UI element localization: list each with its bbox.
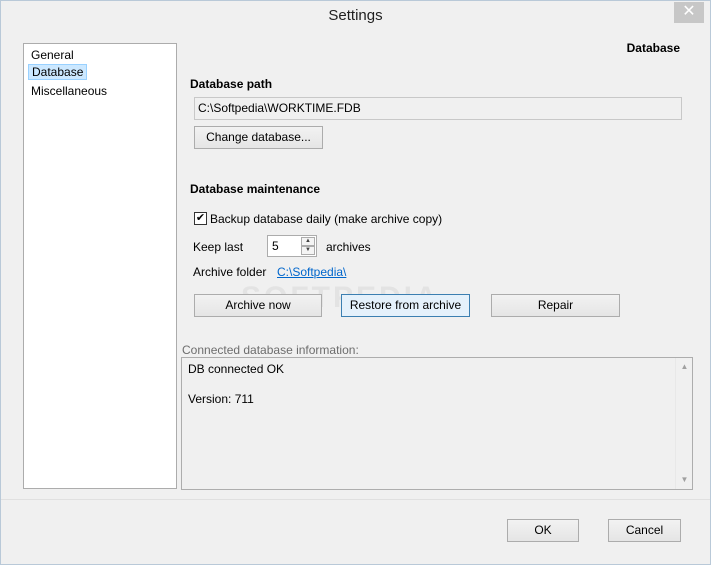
ok-button[interactable]: OK	[507, 519, 579, 542]
db-info-line: DB connected OK	[188, 362, 285, 376]
backup-daily-checkbox[interactable]: ✔	[194, 212, 207, 225]
title-bar: Settings ✕	[1, 1, 710, 32]
check-icon: ✔	[195, 212, 206, 224]
keep-last-label: Keep last	[193, 240, 244, 254]
scroll-down-icon[interactable]: ▼	[680, 475, 689, 484]
sidebar-item-database[interactable]: Database	[28, 64, 88, 80]
close-button[interactable]: ✕	[674, 2, 704, 23]
footer-divider	[1, 499, 710, 500]
archive-folder-label: Archive folder	[193, 265, 267, 279]
database-path-field[interactable]: C:\Softpedia\WORKTIME.FDB	[194, 97, 682, 120]
info-scrollbar[interactable]: ▲ ▼	[675, 358, 692, 489]
archives-label: archives	[326, 240, 371, 254]
spin-down-icon[interactable]: ▼	[301, 246, 315, 255]
repair-button[interactable]: Repair	[491, 294, 620, 317]
db-info-box[interactable]: DB connected OK Version: 711 ▲ ▼	[181, 357, 693, 490]
keep-last-stepper[interactable]: 5 ▲ ▼	[267, 235, 317, 257]
page-title: Database	[626, 41, 680, 55]
database-maintenance-heading: Database maintenance	[190, 182, 321, 196]
settings-sidebar: General Database Miscellaneous	[23, 43, 177, 489]
settings-window: Settings ✕ General Database Miscellaneou…	[0, 0, 711, 565]
archive-now-button[interactable]: Archive now	[194, 294, 322, 317]
database-path-heading: Database path	[190, 77, 273, 91]
backup-daily-label: Backup database daily (make archive copy…	[210, 212, 443, 226]
db-info-label: Connected database information:	[182, 343, 359, 357]
spin-up-icon[interactable]: ▲	[301, 237, 315, 246]
cancel-button[interactable]: Cancel	[608, 519, 681, 542]
archive-folder-link[interactable]: C:\Softpedia\	[277, 265, 346, 279]
scroll-up-icon[interactable]: ▲	[680, 362, 689, 371]
change-database-button[interactable]: Change database...	[194, 126, 323, 149]
window-title: Settings	[328, 7, 383, 24]
keep-last-value[interactable]: 5	[272, 239, 279, 253]
close-icon: ✕	[682, 3, 696, 20]
sidebar-item-general[interactable]: General	[28, 47, 77, 63]
sidebar-item-miscellaneous[interactable]: Miscellaneous	[28, 83, 110, 99]
restore-from-archive-button[interactable]: Restore from archive	[341, 294, 470, 317]
db-info-line: Version: 711	[188, 392, 254, 406]
